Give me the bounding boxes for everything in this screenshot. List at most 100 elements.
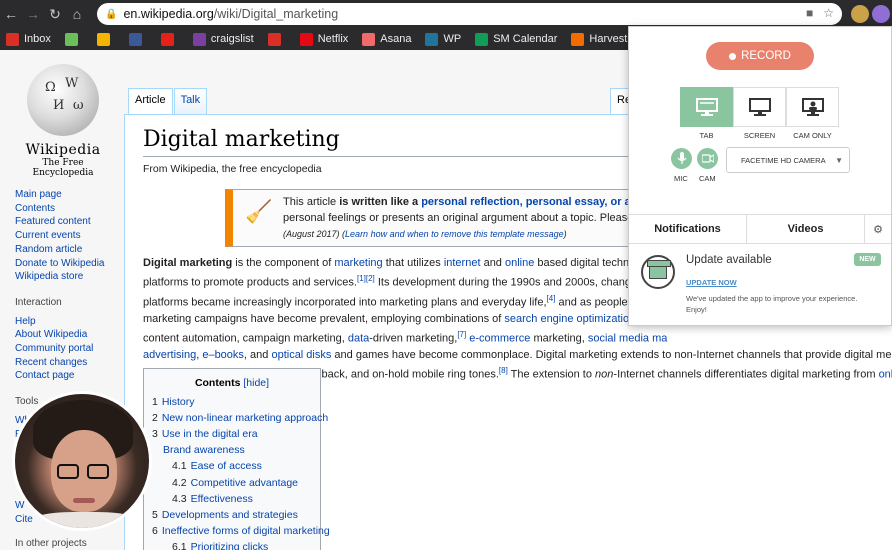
article-link[interactable]: [8] bbox=[499, 366, 508, 375]
browser-toolbar: ← → ↻ ⌂ 🔒 en.wikipedia.org/wiki/Digital_… bbox=[0, 0, 892, 28]
wikipedia-logo[interactable]: ΩW Иω Wikipedia The Free Encyclopedia bbox=[18, 64, 108, 178]
toc-item[interactable]: 1 History bbox=[152, 394, 312, 410]
bookmark-10[interactable]: SM Calendar bbox=[475, 32, 557, 46]
bookmark-4[interactable] bbox=[160, 32, 179, 46]
back-icon[interactable]: ← bbox=[0, 6, 22, 22]
toc-item[interactable]: 3 Use in the digital era bbox=[152, 426, 312, 442]
bookmark-11[interactable]: Harvest bbox=[571, 32, 628, 46]
sidebar-item-main-5[interactable]: Donate to Wikipedia bbox=[15, 257, 123, 271]
sidebar-main-nav: Main page Contents Featured content Current… bbox=[15, 188, 123, 284]
lead-text: is the component of bbox=[232, 257, 335, 269]
article-link[interactable]: social media ma bbox=[588, 333, 667, 345]
mic-toggle[interactable] bbox=[671, 148, 692, 169]
panel-tabs: Notifications Videos ⚙ bbox=[629, 214, 891, 244]
camera-source-select[interactable]: FACETIME HD CAMERA ▼ bbox=[726, 147, 850, 173]
sidebar-item-main-1[interactable]: Contents bbox=[15, 202, 123, 216]
sidebar-item-interaction-2[interactable]: Community portal bbox=[15, 342, 123, 356]
toc-link[interactable]: New non-linear marketing approach bbox=[162, 412, 328, 424]
article-link[interactable]: online marketi bbox=[879, 369, 892, 381]
sidebar-item-main-2[interactable]: Featured content bbox=[15, 215, 123, 229]
address-bar[interactable]: 🔒 en.wikipedia.org/wiki/Digital_marketin… bbox=[97, 3, 842, 25]
toc-link[interactable]: Ease of access bbox=[191, 460, 262, 472]
article-link[interactable]: [7] bbox=[457, 330, 466, 339]
broom-icon: 🧹 bbox=[245, 199, 273, 224]
bookmark-2[interactable] bbox=[96, 32, 115, 46]
toc-link[interactable]: Brand awareness bbox=[163, 444, 245, 456]
toc-link[interactable]: Effectiveness bbox=[191, 493, 253, 505]
tab-notifications[interactable]: Notifications bbox=[629, 215, 747, 243]
bookmark-6[interactable] bbox=[267, 32, 286, 46]
sidebar-item-interaction-1[interactable]: About Wikipedia bbox=[15, 328, 123, 342]
sidebar-item-interaction-3[interactable]: Recent changes bbox=[15, 356, 123, 370]
article-link[interactable]: optical disks bbox=[271, 349, 331, 361]
sidebar-item-main-4[interactable]: Random article bbox=[15, 243, 123, 257]
webcam-bubble[interactable] bbox=[12, 391, 152, 531]
toc-item[interactable]: 4.3 Effectiveness bbox=[152, 491, 312, 507]
bookmark-5[interactable]: craigslist bbox=[192, 32, 254, 46]
tab-article[interactable]: Article bbox=[128, 88, 173, 114]
toc-item[interactable]: 4.2 Competitive advantage bbox=[152, 475, 312, 491]
toc-item[interactable]: 2 New non-linear marketing approach bbox=[152, 410, 328, 426]
cam-toggle[interactable] bbox=[697, 148, 718, 169]
forward-icon[interactable]: → bbox=[22, 6, 44, 22]
tab-videos[interactable]: Videos bbox=[747, 215, 865, 243]
reload-icon[interactable]: ↻ bbox=[44, 6, 66, 23]
toc-item[interactable]: Brand awareness bbox=[152, 442, 312, 458]
bookmark-8[interactable]: Asana bbox=[362, 32, 411, 46]
toc-item[interactable]: 4.1 Ease of access bbox=[152, 458, 312, 474]
mode-tab-button[interactable] bbox=[680, 87, 733, 127]
notice-learn-link[interactable]: Learn how and when to remove this templa… bbox=[345, 229, 564, 239]
toc-link[interactable]: Competitive advantage bbox=[191, 477, 298, 489]
notification-title: Update available bbox=[686, 254, 772, 266]
toc-item[interactable]: 5 Developments and strategies bbox=[152, 507, 312, 523]
record-label: RECORD bbox=[741, 50, 791, 62]
article-link[interactable]: [1][2] bbox=[357, 274, 375, 283]
toc-link[interactable]: Ineffective forms of digital marketing bbox=[162, 525, 330, 537]
bookmark-0[interactable]: Inbox bbox=[6, 32, 51, 46]
article-link[interactable]: advertising bbox=[143, 349, 196, 361]
wikipedia-wordmark: Wikipedia bbox=[25, 142, 101, 158]
bookmark-7[interactable]: Netflix bbox=[299, 32, 348, 46]
gear-icon[interactable]: ⚙ bbox=[865, 215, 891, 243]
bookmark-1[interactable] bbox=[64, 32, 83, 46]
notice-paren: ) bbox=[563, 229, 567, 239]
update-now-link[interactable]: UPDATE NOW bbox=[686, 278, 737, 287]
facebook-icon bbox=[128, 32, 142, 46]
toc-hide-link[interactable]: [hide] bbox=[243, 377, 269, 389]
sidebar-item-main-3[interactable]: Current events bbox=[15, 229, 123, 243]
tab-talk[interactable]: Talk bbox=[173, 88, 208, 114]
toc-link[interactable]: History bbox=[162, 396, 195, 408]
mode-cam-only-button[interactable] bbox=[786, 87, 839, 127]
camera-indicator-icon[interactable]: ■ bbox=[806, 6, 813, 20]
notice-link[interactable]: personal reflection, personal essay, or … bbox=[421, 196, 658, 208]
sidebar-item-main-0[interactable]: Main page bbox=[15, 188, 123, 202]
article-link[interactable]: e–books bbox=[202, 349, 244, 361]
bookmark-label: Harvest bbox=[589, 33, 628, 45]
sidebar-item-interaction-0[interactable]: Help bbox=[15, 315, 123, 329]
toc-link[interactable]: Prioritizing clicks bbox=[191, 541, 269, 550]
toc-item[interactable]: 6.1 Prioritizing clicks bbox=[152, 539, 312, 550]
toc-number: 2 bbox=[152, 412, 158, 425]
article-link[interactable]: marketing bbox=[334, 257, 382, 269]
bookmark-3[interactable] bbox=[128, 32, 147, 46]
sidebar-item-main-6[interactable]: Wikipedia store bbox=[15, 270, 123, 284]
toc-link[interactable]: Developments and strategies bbox=[162, 509, 298, 521]
bookmark-star-icon[interactable]: ☆ bbox=[823, 6, 834, 20]
article-link[interactable]: e-commerce bbox=[469, 333, 530, 345]
article-link[interactable]: internet bbox=[444, 257, 481, 269]
loom-extension-icon[interactable] bbox=[872, 5, 890, 23]
mode-screen-button[interactable] bbox=[733, 87, 786, 127]
extension-icon[interactable] bbox=[851, 5, 869, 23]
lead-text: that utilizes bbox=[382, 257, 444, 269]
toc-title: Contents [hide] bbox=[152, 375, 312, 391]
article-link[interactable]: search engine optimization bbox=[504, 313, 635, 325]
article-link[interactable]: data bbox=[348, 333, 369, 345]
home-icon[interactable]: ⌂ bbox=[66, 6, 88, 22]
bookmark-9[interactable]: WP bbox=[425, 32, 461, 46]
sidebar-item-interaction-4[interactable]: Contact page bbox=[15, 369, 123, 383]
harvest-icon bbox=[571, 32, 585, 46]
article-link[interactable]: online bbox=[505, 257, 534, 269]
toc-link[interactable]: Use in the digital era bbox=[162, 428, 258, 440]
toc-item[interactable]: 6 Ineffective forms of digital marketing bbox=[152, 523, 330, 539]
record-button[interactable]: RECORD bbox=[706, 42, 814, 70]
